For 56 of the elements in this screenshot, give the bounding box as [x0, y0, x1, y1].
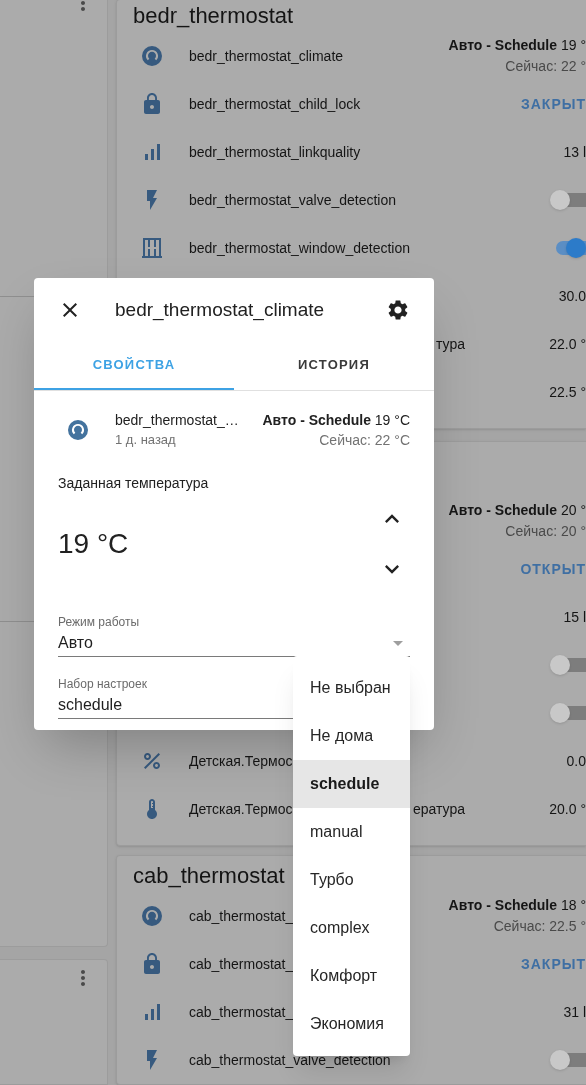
- entity-name[interactable]: bedr_thermostat_child_lock: [189, 93, 361, 115]
- entity-name[interactable]: cab_thermostat_: [189, 905, 294, 927]
- toggle-switch[interactable]: [550, 703, 586, 723]
- current-temperature: Сейчас: 22 °: [505, 57, 586, 76]
- toggle-switch[interactable]: [550, 190, 586, 210]
- field-value: Авто: [58, 633, 93, 653]
- window-icon: [140, 236, 164, 260]
- last-changed: 1 д. назад: [115, 431, 177, 449]
- card-title: cab_thermostat: [133, 862, 285, 890]
- thermostat-icon: [140, 904, 164, 928]
- current-temperature: Сейчас: 22 °C: [319, 431, 410, 450]
- entity-name[interactable]: ература: [412, 798, 465, 820]
- target-temperature-label: Заданная температура: [58, 474, 210, 493]
- sensor-value: 13 l: [563, 142, 586, 162]
- dialog-title: bedr_thermostat_climate: [115, 297, 325, 323]
- current-temperature: Сейчас: 20 °: [505, 522, 586, 541]
- dropdown-caret-icon: [393, 640, 403, 646]
- thermostat-icon: [140, 44, 164, 68]
- target-temperature-value: 19 °C: [58, 527, 129, 561]
- entity-name[interactable]: bedr_thermostat_climate: [189, 45, 344, 67]
- entity-name[interactable]: Детская.Термос: [189, 750, 293, 772]
- entity-name[interactable]: cab_thermostat_: [189, 953, 294, 975]
- dialog-tab[interactable]: ИСТОРИЯ: [234, 342, 434, 390]
- climate-state: Авто - Schedule 20 °: [448, 501, 586, 520]
- menu-item[interactable]: schedule: [293, 760, 410, 808]
- climate-state: Авто - Schedule 18 °: [448, 896, 586, 915]
- toggle-switch[interactable]: [550, 655, 586, 675]
- menu-item[interactable]: manual: [293, 808, 410, 856]
- climate-state: Авто - Schedule 19 °C: [262, 411, 410, 430]
- entity-name[interactable]: bedr_thermostat_valve_detection: [189, 189, 397, 211]
- entity-name[interactable]: cab_thermostat_: [189, 1001, 294, 1023]
- entity-name[interactable]: Детская.Термос: [189, 798, 293, 820]
- entity-name[interactable]: bedr_thermostat_linkquality: [189, 141, 361, 163]
- sensor-value: 20.0 °: [549, 799, 586, 819]
- sensor-value: 22.0 °: [549, 334, 586, 354]
- climate-state: Авто - Schedule 19 °: [448, 36, 586, 55]
- entity-name: bedr_thermostat_…: [115, 411, 239, 430]
- menu-item[interactable]: Турбо: [293, 856, 410, 904]
- thermostat-icon: [66, 418, 90, 442]
- sensor-value: 22.5 °: [549, 382, 586, 402]
- entity-name[interactable]: bedr_thermostat_window_detection: [189, 237, 411, 259]
- settings-icon[interactable]: [386, 298, 410, 322]
- sensor-value: 30.0: [558, 286, 586, 306]
- entity-name[interactable]: тура: [436, 333, 465, 355]
- toggle-switch[interactable]: [550, 1050, 586, 1070]
- sensor-value: 15 l: [563, 607, 586, 627]
- card-title: bedr_thermostat: [133, 2, 294, 30]
- field-label: Набор настроек: [58, 676, 147, 692]
- field-label: Режим работы: [58, 614, 140, 630]
- menu-item[interactable]: complex: [293, 904, 410, 952]
- menu-item[interactable]: Комфорт: [293, 952, 410, 1000]
- current-temperature: Сейчас: 22.5 °: [493, 917, 586, 936]
- field-value: schedule: [58, 695, 123, 715]
- sensor-value: 0.0: [566, 751, 586, 771]
- sensor-value: 31 l: [563, 1002, 586, 1022]
- menu-item[interactable]: Экономия: [293, 1000, 410, 1048]
